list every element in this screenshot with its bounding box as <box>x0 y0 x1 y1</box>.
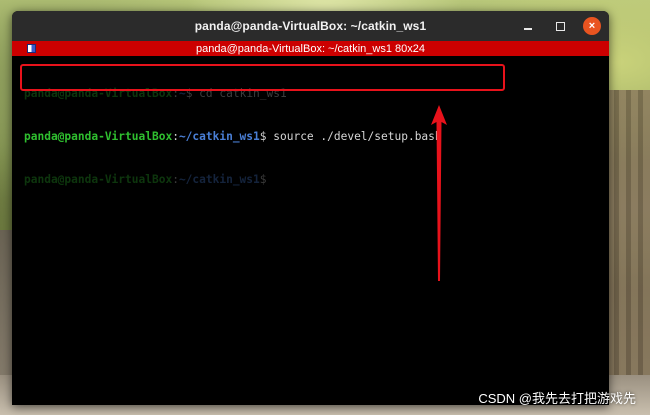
annotation-highlight-box <box>20 64 505 91</box>
annotation-arrow-icon <box>431 105 447 281</box>
maximize-icon <box>555 21 565 31</box>
wallpaper-right-rail <box>602 90 650 415</box>
terminal-output[interactable]: panda@panda-VirtualBox:~$ cd catkin_ws1 … <box>12 56 609 405</box>
prompt-path: ~/catkin_ws1 <box>178 130 260 143</box>
desktop-background: panda@panda-VirtualBox: ~/catkin_ws1 × p… <box>0 0 650 415</box>
terminal-line-highlighted: panda@panda-VirtualBox:~/catkin_ws1$ sou… <box>24 130 609 145</box>
prompt-separator: : <box>172 130 179 143</box>
minimize-button[interactable] <box>519 17 537 35</box>
prompt-user: panda@panda-VirtualBox <box>24 130 173 143</box>
window-controls: × <box>519 17 601 35</box>
window-titlebar[interactable]: panda@panda-VirtualBox: ~/catkin_ws1 × <box>12 11 609 41</box>
prompt-symbol: $ <box>259 130 267 143</box>
minimize-icon <box>524 28 532 30</box>
terminal-inner-titlebar: panda@panda-VirtualBox: ~/catkin_ws1 80x… <box>12 41 609 56</box>
close-button[interactable]: × <box>583 17 601 35</box>
prompt-path: ~/catkin_ws1 <box>178 173 260 186</box>
terminal-inner-title: panda@panda-VirtualBox: ~/catkin_ws1 80x… <box>196 42 425 55</box>
watermark: CSDN @我先去打把游戏先 <box>478 391 636 406</box>
close-icon: × <box>588 20 596 32</box>
terminal-line: panda@panda-VirtualBox:~/catkin_ws1$ <box>24 173 609 188</box>
prompt-symbol: $ <box>259 173 267 186</box>
prompt-user: panda@panda-VirtualBox <box>24 173 173 186</box>
terminal-app-icon[interactable] <box>27 44 36 53</box>
command-text: source ./devel/setup.bash <box>266 130 442 143</box>
maximize-button[interactable] <box>551 17 569 35</box>
prompt-separator: : <box>172 173 179 186</box>
window-title: panda@panda-VirtualBox: ~/catkin_ws1 <box>194 19 427 33</box>
